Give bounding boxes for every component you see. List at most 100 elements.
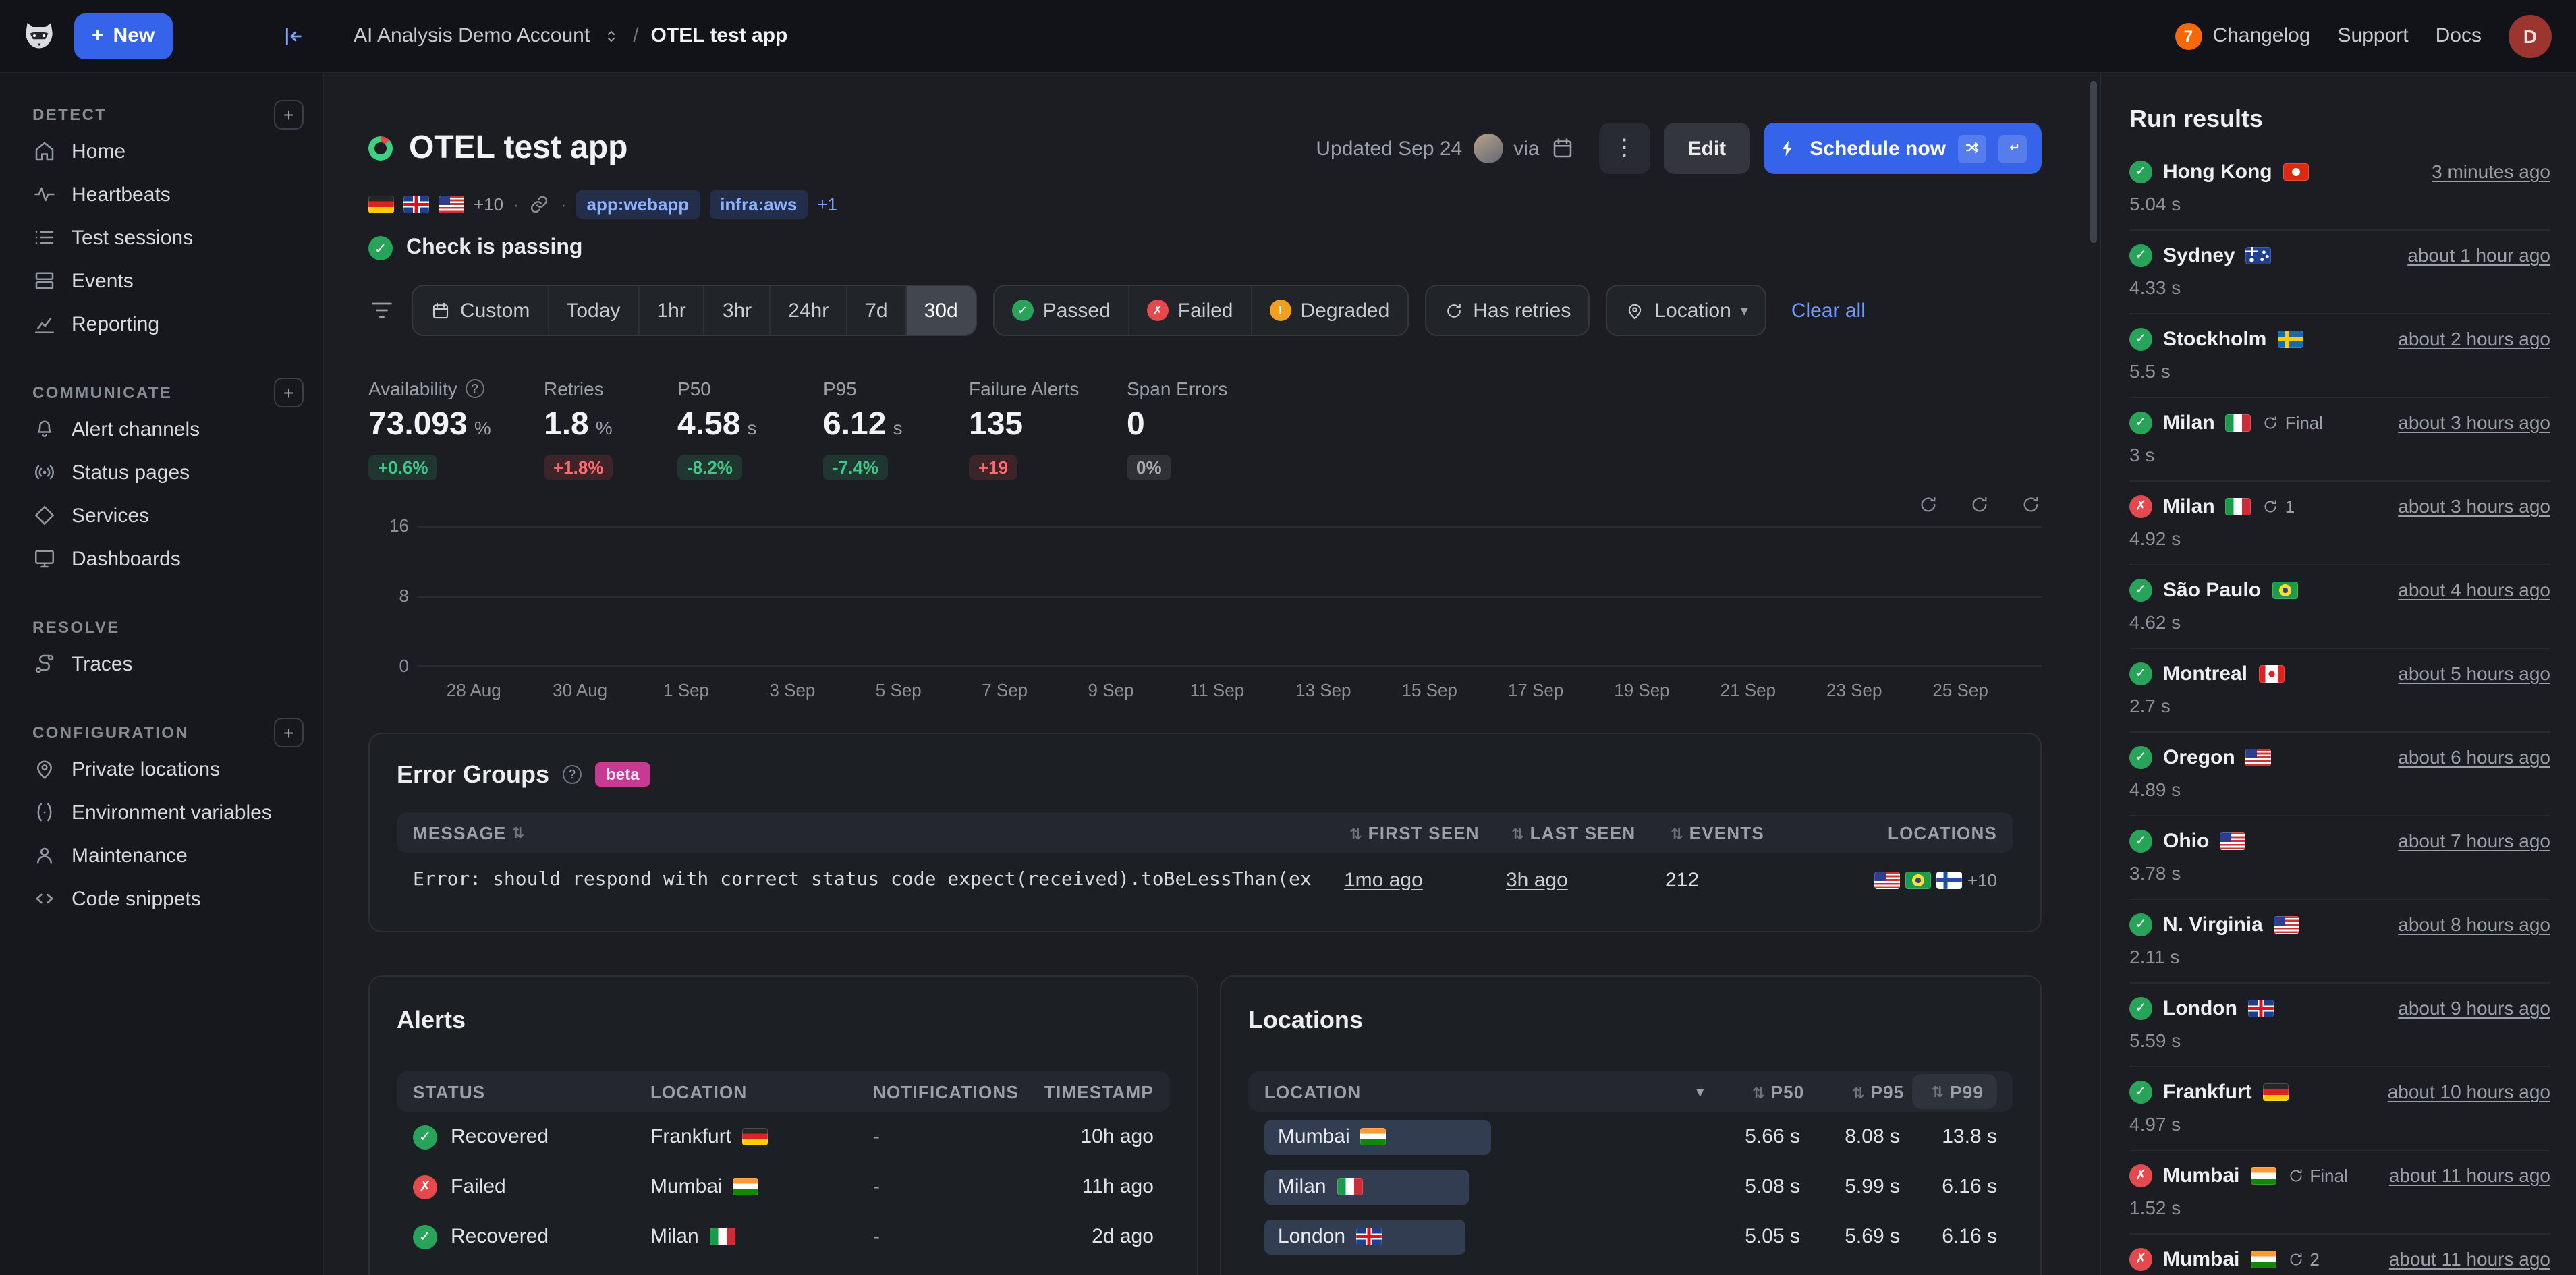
run-result-item[interactable]: ✓ Hong Kong 3 minutes ago 5.04 s <box>2129 147 2550 231</box>
run-timestamp-link[interactable]: about 6 hours ago <box>2398 746 2550 768</box>
info-icon[interactable]: ? <box>466 379 484 398</box>
run-result-item[interactable]: ✓ Frankfurt about 10 hours ago 4.97 s <box>2129 1067 2550 1151</box>
time-range-3hr[interactable]: 3hr <box>704 286 769 335</box>
add-check-button[interactable]: + <box>274 100 304 130</box>
sidebar-item-private-locations[interactable]: Private locations <box>32 747 304 791</box>
sort-direction-icon[interactable]: ▾ <box>1696 1083 1704 1100</box>
edit-button[interactable]: Edit <box>1664 123 1751 174</box>
sort-icon[interactable]: ⇅ <box>1349 826 1363 843</box>
user-avatar[interactable]: D <box>2509 14 2552 57</box>
stat-retries: Retries 1.8% +1.8% <box>544 376 677 480</box>
run-timestamp-link[interactable]: about 8 hours ago <box>2398 913 2550 935</box>
run-result-item[interactable]: ✓ Oregon about 6 hours ago 4.89 s <box>2129 733 2550 816</box>
sidebar-item-home[interactable]: Home <box>32 130 304 173</box>
alert-row[interactable]: ✗Failed Mumbai - 11h ago <box>397 1162 1170 1212</box>
sort-icon[interactable]: ⇅ <box>1511 826 1525 843</box>
new-button[interactable]: + New <box>74 13 172 59</box>
time-range-7d[interactable]: 7d <box>846 286 905 335</box>
changelog-link[interactable]: 7 Changelog <box>2175 22 2310 49</box>
error-group-row[interactable]: Error: should respond with correct statu… <box>397 853 2013 907</box>
refresh-icon[interactable] <box>1917 494 1939 515</box>
scrollbar-thumb[interactable] <box>2090 81 2097 243</box>
last-seen-link[interactable]: 3h ago <box>1506 868 1568 891</box>
sort-icon[interactable]: ⇅ <box>1852 1085 1866 1102</box>
clear-all-link[interactable]: Clear all <box>1791 299 1866 322</box>
filter-passed[interactable]: ✓ Passed <box>995 286 1128 335</box>
run-result-item[interactable]: ✗ Mumbai Final about 11 hours ago 1.52 s <box>2129 1151 2550 1235</box>
checkly-logo-icon[interactable] <box>20 17 58 55</box>
run-result-item[interactable]: ✓ Montreal about 5 hours ago 2.7 s <box>2129 649 2550 733</box>
first-seen-link[interactable]: 1mo ago <box>1344 868 1423 891</box>
run-result-item[interactable]: ✓ Stockholm about 2 hours ago 5.5 s <box>2129 314 2550 398</box>
time-range-30d[interactable]: 30d <box>905 286 976 335</box>
account-switcher-icon[interactable] <box>602 26 621 45</box>
run-result-item[interactable]: ✓ Ohio about 7 hours ago 3.78 s <box>2129 816 2550 900</box>
stat-span-errors: Span Errors 0 0% <box>1127 376 1227 480</box>
sidebar-item-dashboards[interactable]: Dashboards <box>32 537 304 580</box>
sidebar-item-alert-channels[interactable]: Alert channels <box>32 407 304 451</box>
docs-link[interactable]: Docs <box>2436 24 2482 47</box>
add-channel-button[interactable]: + <box>274 378 304 407</box>
run-result-item[interactable]: ✓ Sydney about 1 hour ago 4.33 s <box>2129 231 2550 314</box>
run-timestamp-link[interactable]: about 4 hours ago <box>2398 579 2550 600</box>
time-range-today[interactable]: Today <box>547 286 638 335</box>
alert-row[interactable]: ✓Recovered Frankfurt - 10h ago <box>397 1112 1170 1162</box>
tag-infra-aws[interactable]: infra:aws <box>709 190 808 218</box>
run-timestamp-link[interactable]: about 10 hours ago <box>2388 1081 2550 1102</box>
run-result-item[interactable]: ✓ London about 9 hours ago 5.59 s <box>2129 984 2550 1067</box>
run-timestamp-link[interactable]: about 5 hours ago <box>2398 662 2550 684</box>
run-timestamp-link[interactable]: about 3 hours ago <box>2398 412 2550 433</box>
time-range-custom[interactable]: Custom <box>413 286 547 335</box>
sidebar-item-status-pages[interactable]: Status pages <box>32 451 304 494</box>
support-link[interactable]: Support <box>2338 24 2409 47</box>
add-config-button[interactable]: + <box>274 718 304 747</box>
run-timestamp-link[interactable]: about 9 hours ago <box>2398 997 2550 1019</box>
collapse-sidebar-icon[interactable] <box>278 22 305 49</box>
run-timestamp-link[interactable]: 3 minutes ago <box>2432 161 2550 182</box>
run-result-item[interactable]: ✗ Mumbai 2 about 11 hours ago 1.33 s <box>2129 1235 2550 1275</box>
sort-icon[interactable]: ⇅ <box>1671 826 1684 843</box>
sidebar-item-events[interactable]: Events <box>32 259 304 302</box>
location-row[interactable]: Milan 5.08 s 5.99 s 6.16 s <box>1248 1162 2013 1212</box>
sort-icon[interactable]: ⇅ <box>1752 1085 1766 1102</box>
filter-degraded[interactable]: ! Degraded <box>1251 286 1407 335</box>
run-timestamp-link[interactable]: about 11 hours ago <box>2389 1164 2550 1186</box>
sorted-column-header[interactable]: ⇅P99 <box>1912 1074 1997 1109</box>
alert-row[interactable]: ✓Recovered Milan - 2d ago <box>397 1212 1170 1262</box>
sidebar-item-traces[interactable]: Traces <box>32 642 304 685</box>
run-timestamp-link[interactable]: about 1 hour ago <box>2407 244 2550 266</box>
sidebar-item-test-sessions[interactable]: Test sessions <box>32 216 304 259</box>
location-row[interactable]: London 5.05 s 5.69 s 6.16 s <box>1248 1212 2013 1262</box>
sort-icon[interactable]: ⇅ <box>511 824 525 841</box>
sidebar-item-reporting[interactable]: Reporting <box>32 302 304 345</box>
schedule-now-button[interactable]: Schedule now <box>1764 123 2042 174</box>
refresh-icon[interactable] <box>1969 494 1990 515</box>
run-result-item[interactable]: ✓ N. Virginia about 8 hours ago 2.11 s <box>2129 900 2550 984</box>
filter-icon[interactable] <box>368 297 395 324</box>
time-range-24hr[interactable]: 24hr <box>769 286 846 335</box>
info-icon[interactable]: ? <box>563 765 582 784</box>
run-timestamp-link[interactable]: about 11 hours ago <box>2389 1248 2550 1270</box>
tag-app-webapp[interactable]: app:webapp <box>576 190 700 218</box>
time-range-1hr[interactable]: 1hr <box>638 286 703 335</box>
refresh-icon[interactable] <box>2020 494 2042 515</box>
run-timestamp-link[interactable]: about 3 hours ago <box>2398 495 2550 517</box>
breadcrumb-account[interactable]: AI Analysis Demo Account <box>354 24 590 47</box>
sidebar-item-code-snippets[interactable]: Code snippets <box>32 877 304 920</box>
filter-location-dropdown[interactable]: Location ▾ <box>1607 286 1766 335</box>
sidebar-item-services[interactable]: Services <box>32 494 304 537</box>
sidebar-item-maintenance[interactable]: Maintenance <box>32 834 304 877</box>
run-result-item[interactable]: ✓ Milan Final about 3 hours ago 3 s <box>2129 398 2550 482</box>
filter-failed[interactable]: ✗ Failed <box>1128 286 1251 335</box>
filter-has-retries[interactable]: Has retries <box>1426 286 1588 335</box>
sidebar-item-environment-variables[interactable]: Environment variables <box>32 791 304 834</box>
run-timestamp-link[interactable]: about 2 hours ago <box>2398 328 2550 349</box>
more-flags-count[interactable]: +10 <box>474 194 503 214</box>
run-result-item[interactable]: ✗ Milan 1 about 3 hours ago 4.92 s <box>2129 482 2550 565</box>
sidebar-item-heartbeats[interactable]: Heartbeats <box>32 173 304 216</box>
run-result-item[interactable]: ✓ São Paulo about 4 hours ago 4.62 s <box>2129 565 2550 649</box>
run-timestamp-link[interactable]: about 7 hours ago <box>2398 830 2550 851</box>
location-row[interactable]: Mumbai 5.66 s 8.08 s 13.8 s <box>1248 1112 2013 1162</box>
more-tags-link[interactable]: +1 <box>817 194 837 214</box>
more-actions-button[interactable]: ⋮ <box>1599 123 1650 174</box>
